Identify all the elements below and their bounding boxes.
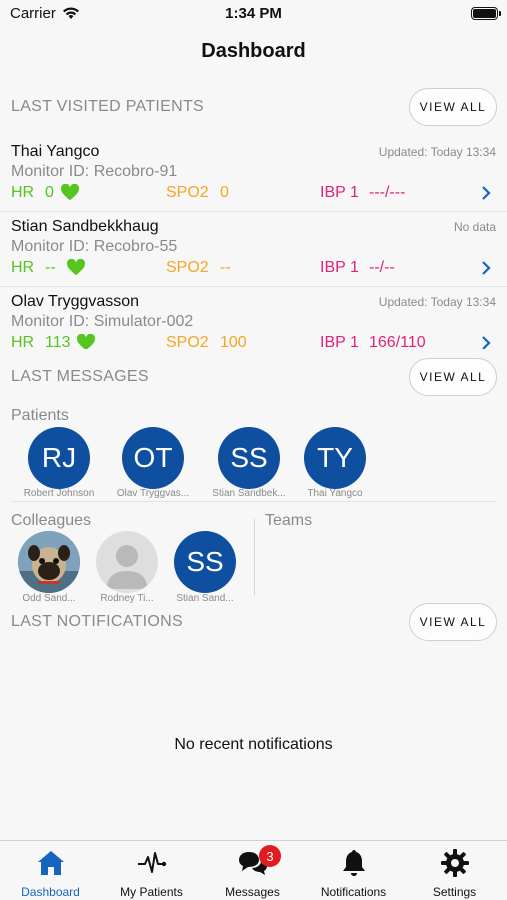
avatar-label: Robert Johnson [23, 488, 95, 499]
spo2-value: -- [220, 259, 231, 276]
last-notifications-header: LAST NOTIFICATIONS [11, 613, 183, 630]
page-title: Dashboard [201, 40, 306, 62]
hr-label: HR [11, 334, 35, 349]
gear-icon [440, 849, 469, 877]
updated-time: Updated: Today 13:34 [378, 145, 496, 159]
avatar-colleague[interactable]: SS [174, 531, 236, 593]
monitor-id: Monitor ID: Recobro-55 [11, 238, 178, 255]
monitor-id: Monitor ID: Recobro-91 [11, 163, 178, 180]
ibp-label: IBP 1 [320, 184, 359, 201]
patient-name: Stian Sandbekkhaug [11, 218, 159, 235]
view-all-notifications-button[interactable]: VIEW ALL [409, 603, 497, 641]
tab-label: Notifications [320, 885, 387, 899]
avatar-patient[interactable]: OT [122, 427, 184, 489]
patient-row[interactable]: Olav Tryggvasson Monitor ID: Simulator-0… [0, 287, 507, 349]
heart-icon [67, 259, 85, 276]
tab-label: Dashboard [21, 885, 80, 899]
messages-badge: 3 [259, 845, 281, 867]
monitor-id: Monitor ID: Simulator-002 [11, 313, 194, 330]
vitals: HR -- SPO2 -- IBP 1 --/-- [0, 259, 507, 279]
tab-notifications[interactable]: Notifications [303, 841, 404, 900]
patients-subheader: Patients [11, 407, 69, 424]
updated-time: No data [453, 220, 496, 234]
patient-row[interactable]: Thai Yangco Monitor ID: Recobro-91 Updat… [0, 137, 507, 212]
avatar-patient[interactable]: SS [218, 427, 280, 489]
colleagues-subheader: Colleagues [11, 512, 92, 529]
tab-dashboard[interactable]: Dashboard [0, 841, 101, 900]
avatar-patient[interactable]: RJ [28, 427, 90, 489]
empty-notifications-text: No recent notifications [174, 736, 333, 753]
hr-label: HR [11, 259, 35, 276]
patient-row[interactable]: Stian Sandbekkhaug Monitor ID: Recobro-5… [0, 212, 507, 287]
dog-photo-icon [18, 531, 80, 593]
divider [254, 519, 255, 595]
tab-bar: Dashboard My Patients 3 Messages Notific… [0, 840, 507, 900]
ibp-value: 166/110 [369, 334, 426, 349]
hr-value: -- [45, 259, 56, 276]
spo2-value: 0 [220, 184, 229, 201]
hr-value: 0 [45, 184, 54, 201]
avatar-label: Thai Yangco [307, 488, 363, 499]
spo2-label: SPO2 [166, 334, 209, 349]
spo2-label: SPO2 [166, 184, 209, 201]
pulse-icon [137, 852, 166, 873]
patient-list: Thai Yangco Monitor ID: Recobro-91 Updat… [0, 137, 507, 349]
last-messages-header: LAST MESSAGES [11, 368, 149, 385]
avatar-colleague-placeholder[interactable] [96, 531, 158, 593]
avatar-colleague-photo[interactable] [18, 531, 80, 593]
tab-label: Settings [432, 885, 477, 899]
ibp-label: IBP 1 [320, 259, 359, 276]
tab-label: My Patients [120, 885, 183, 899]
tab-my-patients[interactable]: My Patients [101, 841, 202, 900]
view-all-patients-button[interactable]: VIEW ALL [409, 88, 497, 126]
person-placeholder-icon [106, 545, 148, 589]
chevron-right-icon[interactable] [481, 261, 491, 275]
chevron-right-icon[interactable] [481, 336, 491, 349]
avatar-label: Olav Tryggvas... [116, 488, 190, 499]
ibp-value: --/-- [369, 259, 395, 276]
vitals: HR 0 SPO2 0 IBP 1 ---/--- [0, 184, 507, 204]
tab-label: Messages [225, 885, 280, 899]
chevron-right-icon[interactable] [481, 186, 491, 200]
battery-icon [471, 7, 501, 20]
heart-icon [77, 334, 95, 349]
hr-label: HR [11, 184, 35, 201]
ibp-label: IBP 1 [320, 334, 359, 349]
hr-value: 113 [45, 334, 71, 349]
home-icon [37, 851, 64, 875]
patient-name: Thai Yangco [11, 143, 100, 160]
tab-settings[interactable]: Settings [404, 841, 505, 900]
teams-subheader: Teams [265, 512, 313, 529]
last-visited-header: LAST VISITED PATIENTS [11, 98, 205, 115]
ibp-value: ---/--- [369, 184, 406, 201]
avatar-label: Stian Sandbek... [212, 488, 286, 499]
spo2-label: SPO2 [166, 259, 209, 276]
clock: 1:34 PM [225, 5, 282, 22]
avatar-patient[interactable]: TY [304, 427, 366, 489]
tab-messages[interactable]: 3 Messages [202, 841, 303, 900]
heart-icon [61, 184, 79, 201]
status-bar: Carrier 1:34 PM [0, 0, 507, 28]
vitals: HR 113 SPO2 100 IBP 1 166/110 [0, 334, 507, 349]
divider [11, 501, 496, 502]
bell-icon [342, 850, 365, 876]
avatar-label: Rodney Ti... [100, 593, 154, 604]
avatar-label: Odd Sand... [22, 593, 76, 604]
view-all-messages-button[interactable]: VIEW ALL [409, 358, 497, 396]
spo2-value: 100 [220, 334, 247, 349]
avatar-label: Stian Sand... [176, 593, 234, 604]
patient-name: Olav Tryggvasson [11, 293, 140, 310]
updated-time: Updated: Today 13:34 [378, 295, 496, 309]
